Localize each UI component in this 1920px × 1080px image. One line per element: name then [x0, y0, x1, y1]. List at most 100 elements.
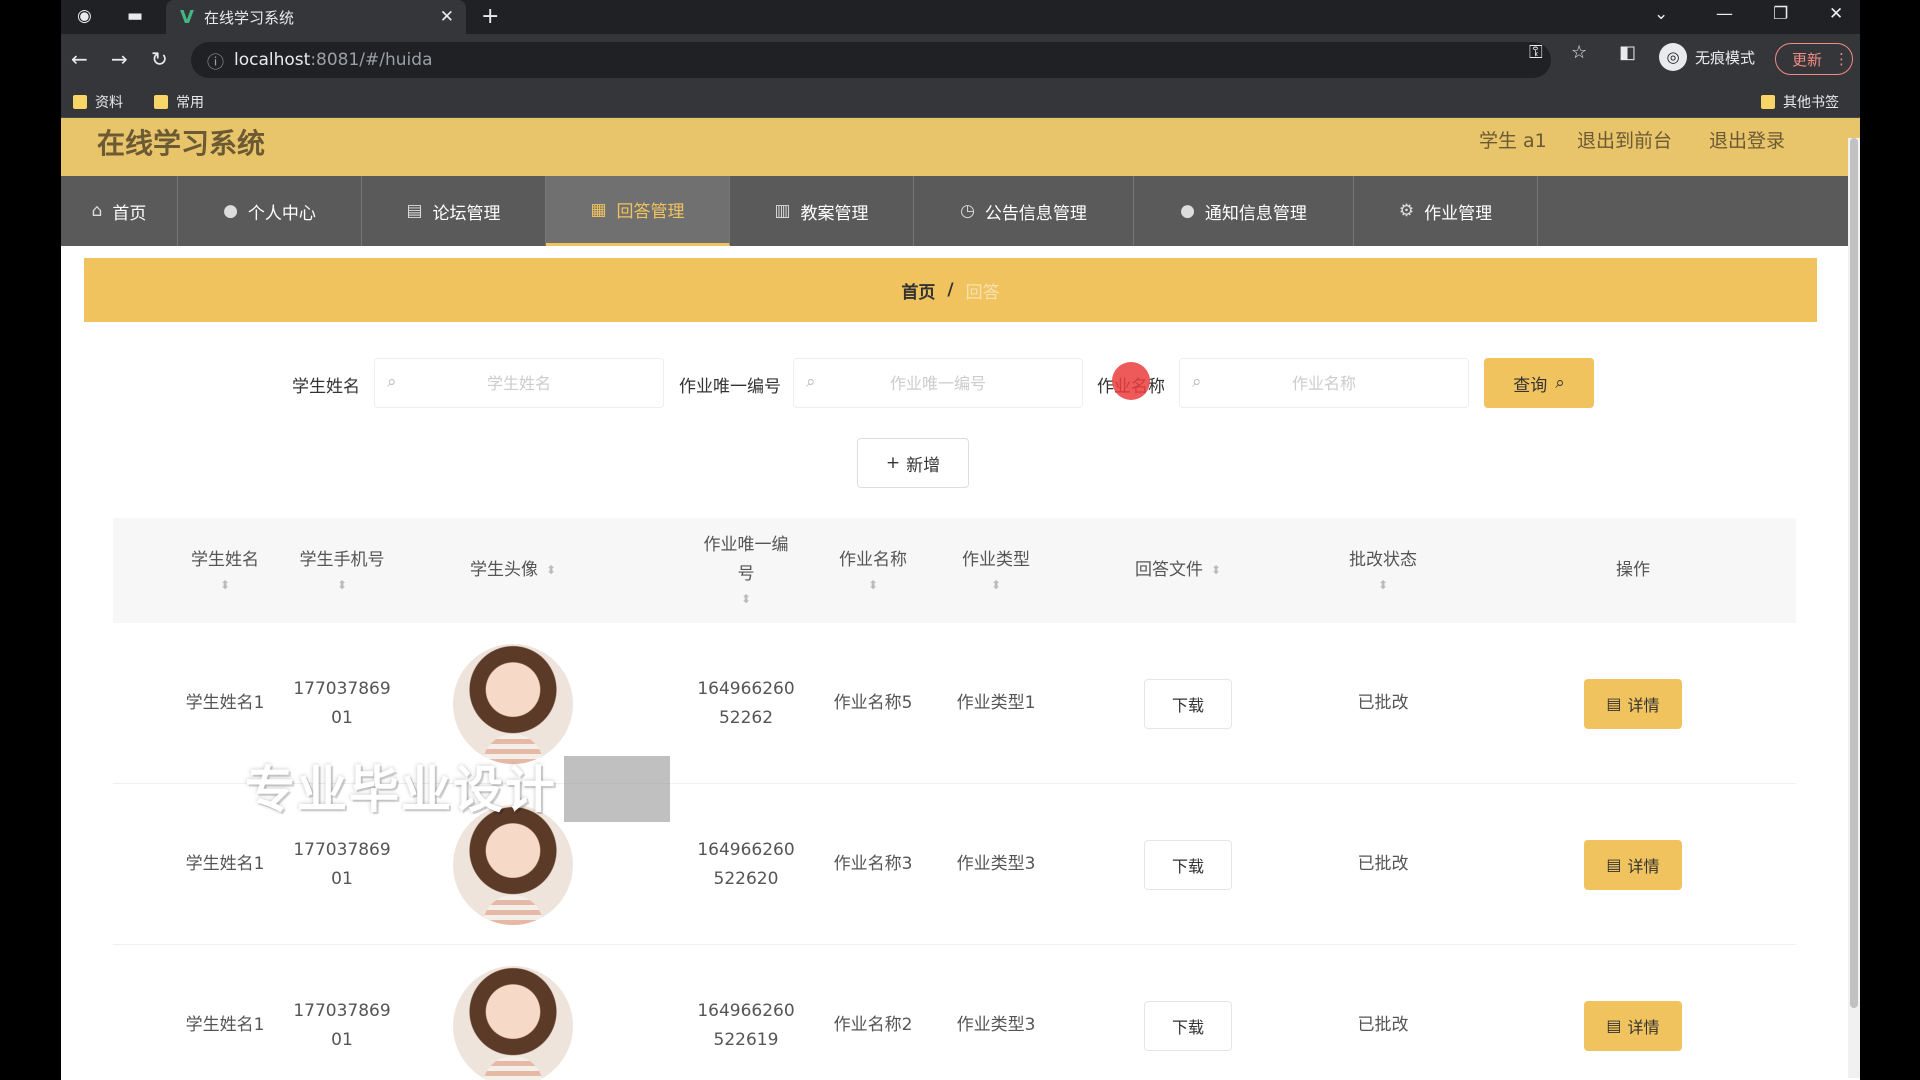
header-label: 学生手机号: [299, 549, 385, 570]
hw-id-label: 作业唯一编号: [679, 377, 781, 397]
url-field[interactable]: ⓘ localhost :8081/#/huida: [191, 42, 1551, 78]
search-icon: ⌕: [1192, 372, 1202, 392]
student-name-field[interactable]: ⌕: [374, 358, 664, 408]
download-button[interactable]: 下载: [1144, 839, 1232, 890]
incognito-indicator[interactable]: ◎ 无痕模式: [1659, 43, 1755, 71]
breadcrumb: 首页 / 回答: [84, 258, 1817, 322]
hw-id-input[interactable]: [794, 359, 1082, 407]
nav-label: 公告信息管理: [984, 203, 1087, 224]
nav-label: 通知信息管理: [1204, 203, 1307, 224]
reload-icon[interactable]: ↻: [151, 47, 168, 71]
sort-icon[interactable]: ⬍: [868, 575, 878, 595]
answer-icon: ▦: [590, 199, 607, 220]
nav-label: 作业管理: [1424, 203, 1493, 224]
hw-name-input[interactable]: [1180, 359, 1468, 407]
nav-item-notice[interactable]: ● 通知信息管理: [1134, 176, 1354, 246]
globe-icon[interactable]: ◉: [77, 6, 92, 26]
star-icon[interactable]: ☆: [1571, 42, 1587, 63]
cell-action: ▤ 详情: [1583, 945, 1683, 1080]
forward-icon[interactable]: →: [111, 47, 128, 71]
nav-item-announcement[interactable]: ◷ 公告信息管理: [914, 176, 1134, 246]
window-icon[interactable]: ▬: [127, 6, 143, 26]
sort-icon[interactable]: ⬍: [337, 575, 347, 595]
detail-button[interactable]: ▤ 详情: [1584, 1000, 1682, 1051]
sort-icon[interactable]: ⬍: [546, 560, 556, 580]
sort-icon[interactable]: ⬍: [1211, 560, 1221, 580]
sort-icon[interactable]: ⬍: [1378, 575, 1388, 595]
col-header-avatar[interactable]: 学生头像 ⬍: [443, 518, 583, 623]
table-row: 学生姓名1 177037869 01 164966260 522619 作业名称…: [113, 945, 1796, 1080]
browser-window: ◉ ▬ V 在线学习系统 ✕ + ⌄ — ❐ ✕ ← → ↻ ⓘ localho…: [61, 0, 1860, 1080]
col-header-student-name[interactable]: 学生姓名 ⬍: [175, 518, 275, 623]
detail-label: 详情: [1627, 1017, 1660, 1037]
cell-hw-name: 作业名称3: [833, 854, 913, 875]
bookmark-folder[interactable]: 资料: [73, 92, 123, 112]
avatar: [453, 965, 573, 1080]
sort-icon[interactable]: ⬍: [741, 589, 751, 609]
info-icon[interactable]: ⓘ: [207, 48, 224, 73]
header-label: 批改状态: [1349, 549, 1417, 570]
search-icon: ⌕: [806, 372, 816, 392]
search-icon: ⌕: [387, 372, 397, 392]
nav-item-homework[interactable]: ⚙ 作业管理: [1354, 176, 1538, 246]
logout-link[interactable]: 退出登录: [1709, 126, 1785, 153]
breadcrumb-separator: /: [947, 280, 954, 300]
watermark-blur: [564, 756, 670, 822]
scrollbar-thumb[interactable]: [1850, 138, 1858, 1008]
close-window-icon[interactable]: ✕: [1829, 4, 1843, 24]
back-icon[interactable]: ←: [71, 47, 88, 71]
sort-icon[interactable]: ⬍: [991, 575, 1001, 595]
hw-id-field[interactable]: ⌕: [793, 358, 1083, 408]
col-header-phone[interactable]: 学生手机号 ⬍: [287, 518, 397, 623]
back-to-front-link[interactable]: 退出到前台: [1577, 126, 1672, 153]
page-scrollbar[interactable]: [1848, 138, 1860, 1078]
bookmark-folder[interactable]: 常用: [154, 92, 204, 112]
header-label: 作业唯一编号: [703, 535, 789, 585]
cell-avatar: [453, 945, 573, 1080]
breadcrumb-home[interactable]: 首页: [901, 278, 935, 303]
cell-hw-type: 作业类型1: [956, 693, 1036, 714]
tab-bar: ◉ ▬ V 在线学习系统 ✕ + ⌄ — ❐ ✕: [61, 0, 1860, 34]
more-icon: ⋮: [1834, 50, 1850, 68]
hw-name-field[interactable]: ⌕: [1179, 358, 1469, 408]
clock-icon: ◷: [960, 201, 975, 221]
col-header-hw-name[interactable]: 作业名称 ⬍: [823, 518, 923, 623]
restore-icon[interactable]: ❐: [1773, 4, 1788, 24]
nav-item-profile[interactable]: ● 个人中心: [178, 176, 362, 246]
detail-button[interactable]: ▤ 详情: [1584, 839, 1682, 890]
nav-item-home[interactable]: ⌂ 首页: [61, 176, 178, 246]
sort-icon[interactable]: ⬍: [220, 575, 230, 595]
cell-status: 已批改: [1357, 1015, 1409, 1036]
update-button[interactable]: 更新 ⋮: [1775, 43, 1853, 75]
forum-icon: ▤: [406, 201, 423, 221]
browser-tab[interactable]: V 在线学习系统 ✕: [166, 0, 466, 34]
minimize-icon[interactable]: —: [1716, 4, 1733, 24]
col-header-hw-type[interactable]: 作业类型 ⬍: [946, 518, 1046, 623]
query-button[interactable]: 查询 ⌕: [1484, 358, 1594, 408]
close-tab-icon[interactable]: ✕: [440, 7, 454, 27]
other-bookmarks[interactable]: 其他书签: [1761, 92, 1839, 112]
app-title: 在线学习系统: [97, 127, 266, 160]
col-header-action: 操作: [1583, 518, 1683, 623]
chevron-down-icon[interactable]: ⌄: [1654, 4, 1668, 24]
new-tab-button[interactable]: +: [481, 4, 499, 29]
nav-item-answer[interactable]: ▦ 回答管理: [546, 176, 730, 246]
avatar: [453, 804, 573, 925]
download-button[interactable]: 下载: [1144, 1000, 1232, 1051]
search-icon: ⌕: [1555, 373, 1565, 393]
nav-label: 首页: [112, 203, 147, 224]
student-name-label: 学生姓名: [292, 377, 360, 397]
nav-item-forum[interactable]: ▤ 论坛管理: [362, 176, 546, 246]
detail-button[interactable]: ▤ 详情: [1584, 678, 1682, 729]
side-panel-icon[interactable]: ◧: [1619, 42, 1636, 63]
student-name-input[interactable]: [375, 359, 663, 407]
address-bar-row: ← → ↻ ⓘ localhost :8081/#/huida ⚿ ☆ ◧ ◎ …: [61, 34, 1860, 86]
key-icon[interactable]: ⚿: [1529, 42, 1543, 63]
col-header-answer-file[interactable]: 回答文件 ⬍: [1103, 518, 1253, 623]
download-button[interactable]: 下载: [1144, 678, 1232, 729]
search-form: 学生姓名 ⌕ 作业唯一编号 ⌕ 作业名称 ⌕ 查询 ⌕: [61, 358, 1860, 410]
nav-item-lesson[interactable]: ▥ 教案管理: [730, 176, 914, 246]
col-header-status[interactable]: 批改状态 ⬍: [1333, 518, 1433, 623]
col-header-hw-id[interactable]: 作业唯一编号 ⬍: [691, 518, 801, 623]
add-button[interactable]: + 新增: [857, 438, 969, 488]
